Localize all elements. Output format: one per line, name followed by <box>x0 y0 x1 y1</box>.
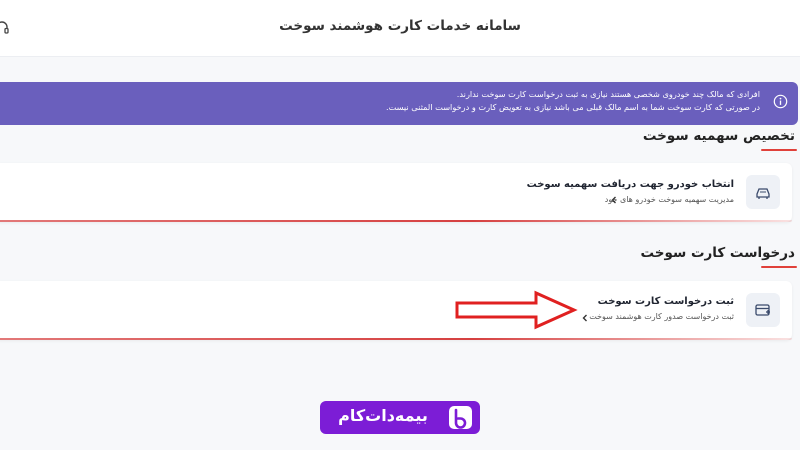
card-add-icon <box>755 304 770 316</box>
card-title: ثبت درخواست کارت سوخت <box>597 296 734 307</box>
info-icon <box>773 94 788 109</box>
card-select-vehicle[interactable]: انتخاب خودرو جهت دریافت سهمیه سوخت مدیری… <box>0 163 792 222</box>
card-icon-container <box>746 175 780 209</box>
car-fuel-icon <box>756 188 770 199</box>
section-title-card-request: درخواست کارت سوخت <box>640 245 795 261</box>
section-underline <box>761 149 797 151</box>
app-header: سامانه خدمات کارت هوشمند سوخت <box>0 0 800 57</box>
page-title: سامانه خدمات کارت هوشمند سوخت <box>279 18 521 34</box>
section-title-fuel-quota: تخصیص سهمیه سوخت <box>642 128 795 144</box>
card-subtitle: مدیریت سهمیه سوخت خودرو های خود <box>604 195 734 204</box>
card-icon-container <box>746 293 780 327</box>
card-title: انتخاب خودرو جهت دریافت سهمیه سوخت <box>526 179 734 190</box>
brand-logo-icon <box>449 406 472 429</box>
section-underline <box>761 266 797 268</box>
brand-name: بیمه‌دات‌کام <box>338 406 428 425</box>
card-subtitle: ثبت درخواست صدور کارت هوشمند سوخت <box>589 312 734 321</box>
alert-line-2: در صورتی که کارت سوخت شما به اسم مالک قب… <box>385 102 760 112</box>
card-accent-line <box>0 338 792 340</box>
annotation-arrow-icon <box>455 290 578 330</box>
chevron-left-icon[interactable] <box>581 314 589 322</box>
alert-line-1: افرادی که مالک چند خودروی شخصی هستند نیا… <box>456 89 760 99</box>
brand-watermark: بیمه‌دات‌کام <box>320 401 480 434</box>
card-register-request[interactable]: ثبت درخواست کارت سوخت ثبت درخواست صدور ک… <box>0 281 792 340</box>
info-alert: افرادی که مالک چند خودروی شخصی هستند نیا… <box>0 82 798 125</box>
chevron-left-icon[interactable] <box>610 196 618 204</box>
card-accent-line <box>0 220 792 222</box>
